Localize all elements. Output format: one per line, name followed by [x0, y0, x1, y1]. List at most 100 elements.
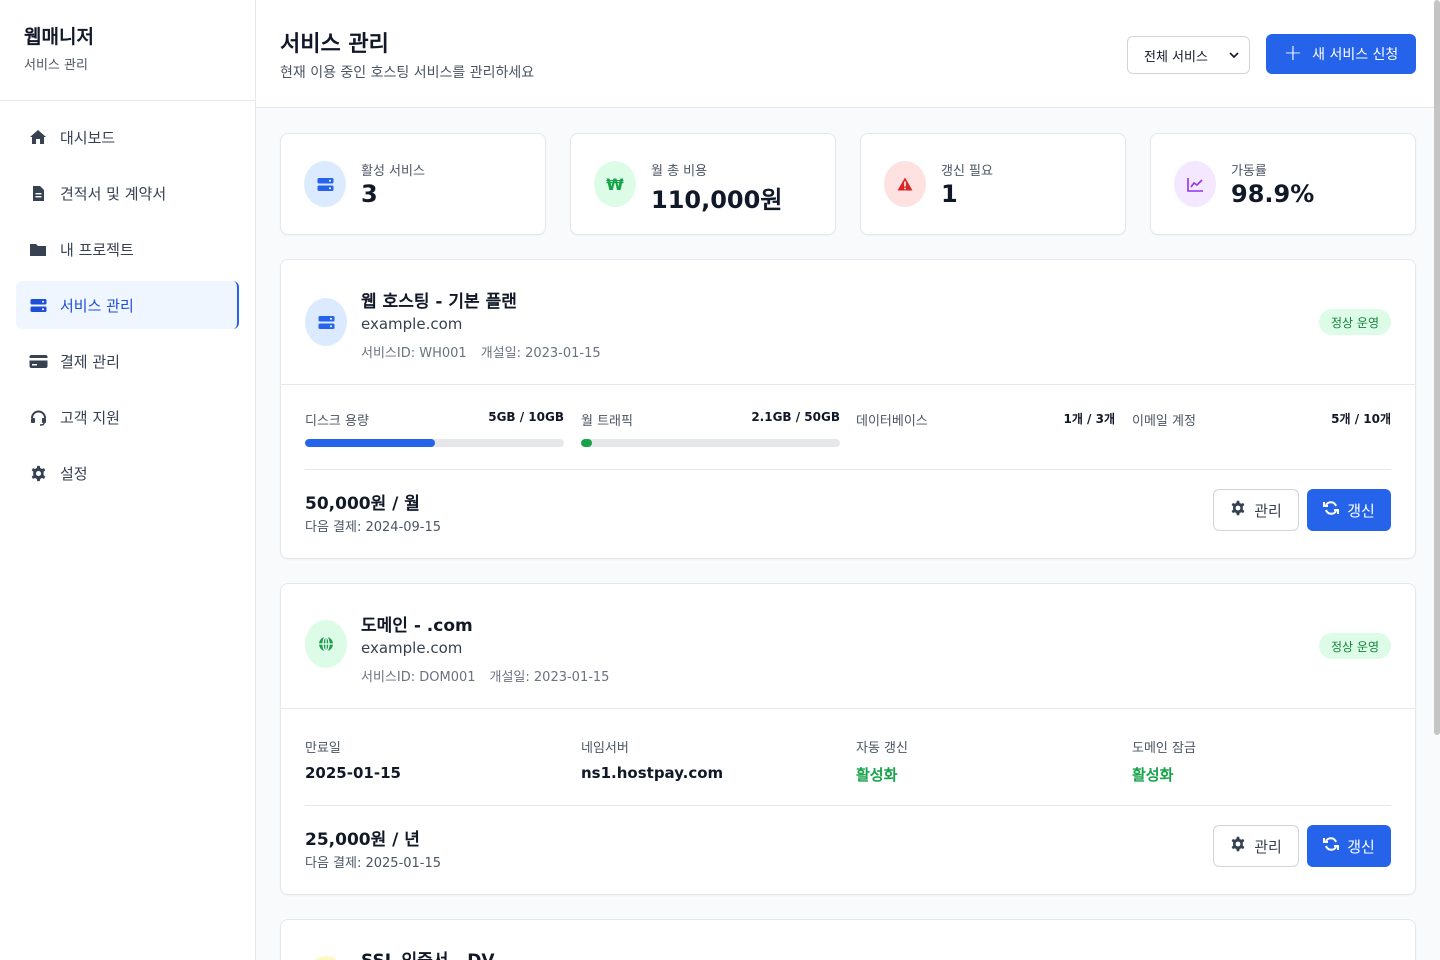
headset-icon	[28, 407, 48, 427]
info-expiry: 만료일 2025-01-15	[305, 737, 401, 782]
sidebar-item-services[interactable]: 서비스 관리	[16, 281, 239, 329]
stat-label: 활성 서비스	[361, 164, 425, 179]
server-icon	[305, 298, 347, 346]
info-label: 만료일	[305, 741, 341, 756]
usage-traffic: 월 트래픽 2.1GB / 50GB	[581, 410, 840, 447]
service-card-header: 도메인 - .com example.com 서비스ID: DOM001 개설일:…	[281, 584, 1415, 709]
service-domain: example.com	[361, 639, 463, 657]
stat-card-active-services: 활성 서비스 3	[280, 133, 546, 235]
service-price: 50,000원 / 월	[305, 494, 420, 514]
stat-value: 3	[361, 180, 378, 208]
brand-subtitle: 서비스 관리	[24, 58, 88, 73]
service-name: 도메인 - .com	[361, 616, 473, 636]
info-domain-lock: 도메인 잠금 활성화	[1132, 737, 1196, 785]
page-title: 서비스 관리	[280, 32, 389, 57]
service-domain: example.com	[361, 315, 463, 333]
status-badge: 정상 운영	[1319, 309, 1391, 335]
service-card-footer: 25,000원 / 년 다음 결제: 2025-01-15 관리 갱신	[305, 805, 1391, 894]
service-meta: 서비스ID: WH001 개설일: 2023-01-15	[361, 342, 601, 361]
manage-label: 관리	[1254, 501, 1282, 520]
renew-label: 갱신	[1347, 501, 1375, 520]
sidebar-item-settings[interactable]: 설정	[16, 449, 239, 497]
service-filter-select[interactable]: 전체 서비스	[1127, 36, 1250, 74]
server-icon	[304, 161, 346, 207]
server-icon	[28, 295, 48, 315]
next-payment: 다음 결제: 2025-01-15	[305, 856, 442, 871]
service-opened-date: 개설일: 2023-01-15	[489, 670, 610, 685]
info-nameserver: 네임서버 ns1.hostpay.com	[581, 737, 723, 782]
warning-icon	[884, 161, 926, 207]
manage-button[interactable]: 관리	[1213, 489, 1299, 531]
info-label: 네임서버	[581, 741, 629, 756]
chevron-down-icon	[1229, 48, 1239, 63]
service-card-footer: 50,000원 / 월 다음 결제: 2024-09-15 관리 갱신	[305, 469, 1391, 558]
chart-line-icon	[1174, 161, 1216, 207]
info-label: 도메인 잠금	[1132, 741, 1196, 756]
service-card-web-hosting: 웹 호스팅 - 기본 플랜 example.com 서비스ID: WH001 개설…	[280, 259, 1416, 559]
globe-icon	[305, 620, 347, 668]
service-opened-date: 개설일: 2023-01-15	[480, 346, 601, 361]
renew-button[interactable]: 갱신	[1307, 825, 1391, 867]
stat-value: 98.9%	[1231, 180, 1315, 208]
refresh-icon	[1323, 836, 1340, 856]
usage-label: 디스크 용량	[305, 414, 369, 429]
usage-section: 디스크 용량 5GB / 10GB 월 트래픽 2.1GB / 50GB 데이터베이…	[305, 410, 1391, 470]
domain-info-section: 만료일 2025-01-15 네임서버 ns1.hostpay.com 자동 갱…	[305, 737, 1391, 797]
stat-card-uptime: 가동률 98.9%	[1150, 133, 1416, 235]
sidebar-item-label: 대시보드	[60, 128, 116, 147]
manage-label: 관리	[1254, 837, 1282, 856]
info-value: 2025-01-15	[305, 764, 401, 782]
usage-bar-fill	[581, 439, 592, 447]
renew-label: 갱신	[1347, 837, 1375, 856]
sidebar-item-label: 설정	[60, 464, 88, 483]
new-service-button[interactable]: + 새 서비스 신청	[1266, 34, 1416, 74]
usage-value: 5GB / 10GB	[488, 410, 564, 424]
gear-icon	[28, 463, 48, 483]
usage-value: 5개 / 10개	[1331, 412, 1391, 426]
sidebar-item-dashboard[interactable]: 대시보드	[16, 113, 239, 161]
service-card-ssl: SSL 인증서 - DV	[280, 919, 1416, 960]
sidebar-nav: 대시보드 견적서 및 계약서 내 프로젝트 서비스 관리 결제 관리 고객 지원…	[0, 101, 255, 517]
service-id: 서비스ID: WH001	[361, 346, 467, 361]
sidebar-item-label: 견적서 및 계약서	[60, 184, 167, 203]
refresh-icon	[1323, 500, 1340, 520]
lock-icon	[305, 956, 347, 960]
info-value: 활성화	[1132, 766, 1174, 784]
usage-label: 데이터베이스	[856, 414, 928, 429]
service-id: 서비스ID: DOM001	[361, 670, 476, 685]
gear-icon	[1230, 500, 1246, 520]
sidebar-item-billing[interactable]: 결제 관리	[16, 337, 239, 385]
folder-icon	[28, 239, 48, 259]
gear-icon	[1230, 836, 1246, 856]
stat-card-renewal-needed: 갱신 필요 1	[860, 133, 1126, 235]
service-name: SSL 인증서 - DV	[361, 946, 495, 960]
service-name: 웹 호스팅 - 기본 플랜	[361, 292, 517, 312]
usage-label: 월 트래픽	[581, 414, 633, 429]
scrollbar[interactable]	[1434, 0, 1440, 735]
sidebar-item-label: 내 프로젝트	[60, 240, 134, 259]
sidebar-item-projects[interactable]: 내 프로젝트	[16, 225, 239, 273]
plus-icon: +	[1283, 41, 1303, 66]
info-value: ns1.hostpay.com	[581, 764, 724, 782]
brand-title: 웹매니저	[24, 26, 94, 48]
usage-database: 데이터베이스 1개 / 3개	[856, 410, 1115, 429]
stat-label: 갱신 필요	[941, 164, 993, 179]
info-auto-renew: 자동 갱신 활성화	[856, 737, 908, 785]
usage-value: 1개 / 3개	[1063, 412, 1115, 426]
service-filter-value: 전체 서비스	[1144, 49, 1208, 65]
sidebar-item-label: 결제 관리	[60, 352, 120, 371]
home-icon	[28, 127, 48, 147]
sidebar-item-support[interactable]: 고객 지원	[16, 393, 239, 441]
stat-label: 월 총 비용	[651, 164, 708, 179]
next-payment: 다음 결제: 2024-09-15	[305, 520, 442, 535]
usage-bar	[581, 439, 840, 447]
sidebar-item-quotes[interactable]: 견적서 및 계약서	[16, 169, 239, 217]
status-badge: 정상 운영	[1319, 633, 1391, 659]
stat-card-monthly-cost: ₩ 월 총 비용 110,000원	[570, 133, 836, 235]
new-service-label: 새 서비스 신청	[1312, 47, 1399, 63]
renew-button[interactable]: 갱신	[1307, 489, 1391, 531]
manage-button[interactable]: 관리	[1213, 825, 1299, 867]
service-card-header: 웹 호스팅 - 기본 플랜 example.com 서비스ID: WH001 개설…	[281, 260, 1415, 385]
usage-bar	[305, 439, 564, 447]
usage-disk: 디스크 용량 5GB / 10GB	[305, 410, 564, 447]
